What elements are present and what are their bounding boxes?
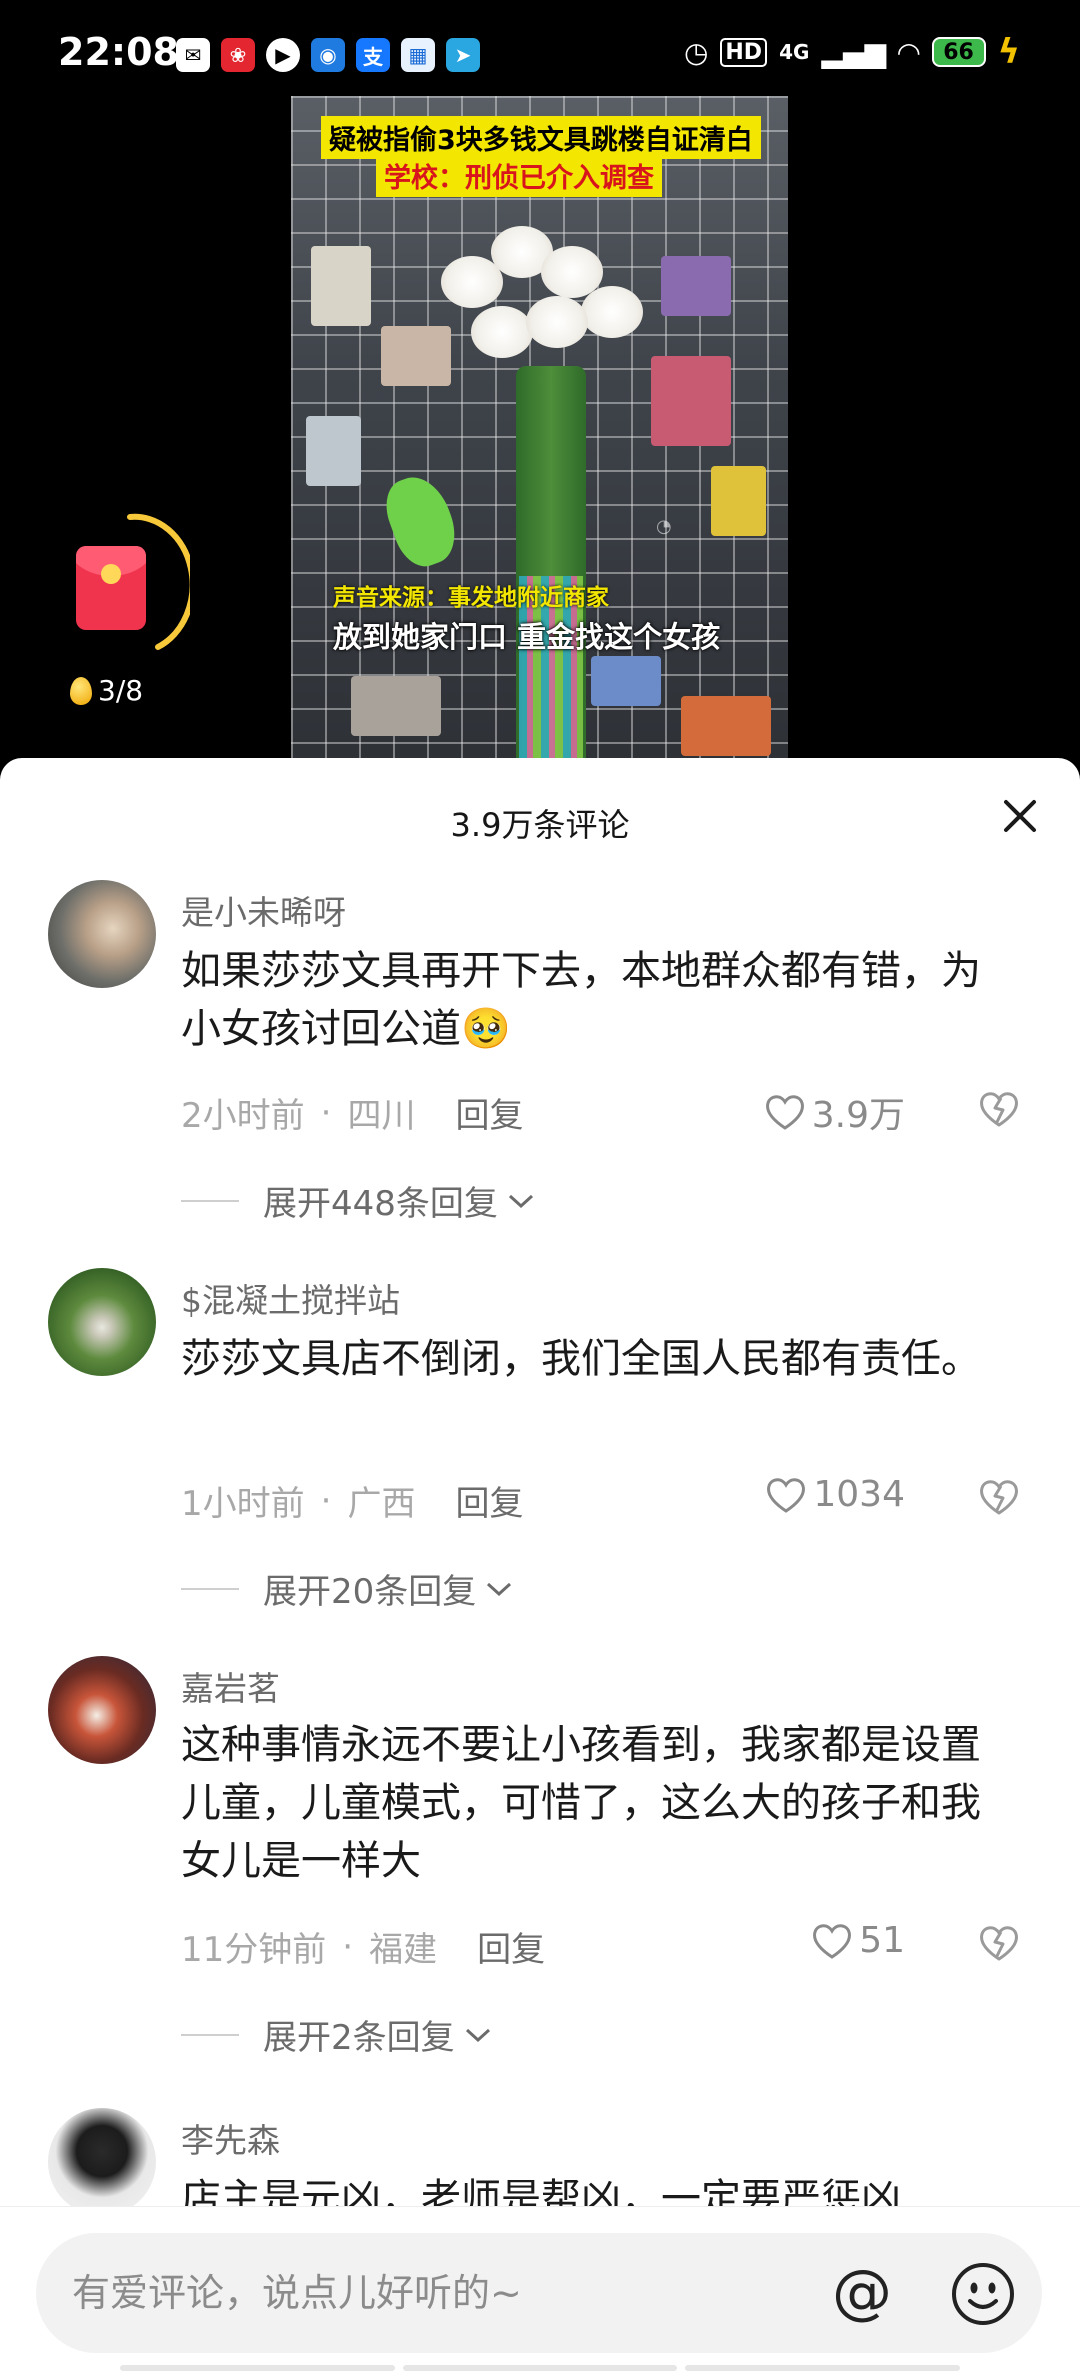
emoji-icon[interactable] bbox=[950, 2261, 1016, 2327]
play-icon: ▶ bbox=[266, 38, 300, 72]
comment-text: 莎莎文具店不倒闭，我们全国人民都有责任。 bbox=[181, 1336, 981, 1382]
expand-replies-button[interactable]: 展开448条回复 bbox=[181, 1176, 536, 1225]
expand-replies-button[interactable]: 展开20条回复 bbox=[181, 1564, 514, 1613]
heart-icon bbox=[813, 1923, 852, 1959]
comment-meta: 1小时前 · 广西 回复 bbox=[181, 1476, 523, 1525]
comments-sheet: 3.9万条评论 是小未晞呀 如果莎莎文具再开下去，本地群众都有错，为小女孩讨回公… bbox=[0, 758, 1080, 2376]
video-subtitle: 放到她家门口 重金找这个女孩 bbox=[333, 620, 721, 654]
reply-button[interactable]: 回复 bbox=[477, 1922, 545, 1971]
comment-time: 2小时前 bbox=[181, 1096, 305, 1136]
video-frame[interactable]: 疑被指偷3块多钱文具跳楼自证清白 学校：刑侦已介入调查 ◔ 声音来源：事发地附近… bbox=[291, 96, 788, 776]
hd-icon: HD bbox=[720, 37, 768, 67]
video-player[interactable]: 疑被指偷3块多钱文具跳楼自证清白 学校：刑侦已介入调查 ◔ 声音来源：事发地附近… bbox=[0, 96, 1080, 776]
comment-meta: 2小时前 · 四川 回复 bbox=[181, 1088, 523, 1137]
like-button[interactable]: 1034 bbox=[765, 1474, 905, 1515]
comment-text: 这种事情永远不要让小孩看到，我家都是设置儿童，儿童模式，可惜了，这么大的孩子和我… bbox=[181, 1722, 981, 1884]
comment-username[interactable]: 嘉岩茗 bbox=[181, 1662, 280, 1710]
red-packet-progress-text: 3/8 bbox=[98, 674, 144, 707]
comment-input-box[interactable]: @ bbox=[36, 2233, 1042, 2353]
comment-username[interactable]: 是小未晞呀 bbox=[181, 886, 346, 934]
video-caption-line2: 学校：刑侦已介入调查 bbox=[376, 154, 662, 197]
video-source-label: 声音来源：事发地附近商家 bbox=[333, 585, 609, 611]
chevron-down-icon bbox=[465, 2028, 490, 2042]
notification-icons: ✉ ❀ ▶ ◉ 支 ▦ ➤ bbox=[176, 38, 480, 72]
avatar[interactable] bbox=[48, 1268, 156, 1376]
comment-meta: 11分钟前 · 福建 回复 bbox=[181, 1922, 545, 1971]
status-bar: 22:08 ✉ ❀ ▶ ◉ 支 ▦ ➤ ◷ HD 4G ▂▄▆ ◠ 66 ϟ bbox=[0, 0, 1080, 96]
close-icon[interactable] bbox=[998, 794, 1042, 838]
signal-icon: ▂▄▆ bbox=[821, 35, 887, 69]
comment-location: 广西 bbox=[347, 1484, 416, 1524]
alipay-icon: 支 bbox=[356, 38, 390, 72]
expand-replies-button[interactable]: 展开2条回复 bbox=[181, 2010, 493, 2059]
comment-time: 1小时前 bbox=[181, 1484, 305, 1524]
red-packet-button[interactable] bbox=[76, 546, 146, 630]
wifi-icon: ◠ bbox=[898, 35, 920, 69]
charging-icon: ϟ bbox=[997, 32, 1020, 72]
expand-replies-label: 展开448条回复 bbox=[263, 1184, 498, 1224]
like-button[interactable]: 3.9万 bbox=[764, 1086, 905, 1138]
heart-icon bbox=[765, 1095, 804, 1130]
comment-username[interactable]: 李先森 bbox=[181, 2114, 280, 2162]
network-label: 4G bbox=[779, 40, 810, 64]
chevron-down-icon bbox=[508, 1194, 533, 1208]
comment-username[interactable]: $混凝土搅拌站 bbox=[181, 1274, 400, 1322]
app-icon: ❀ bbox=[221, 38, 255, 72]
avatar[interactable] bbox=[48, 1656, 156, 1764]
dislike-icon[interactable] bbox=[978, 1088, 1020, 1130]
dislike-icon[interactable] bbox=[978, 1922, 1020, 1964]
expand-replies-label: 展开2条回复 bbox=[263, 2018, 455, 2058]
avatar[interactable] bbox=[48, 2108, 156, 2216]
flower-bouquet bbox=[441, 226, 643, 386]
video-watermark: ◔ bbox=[656, 516, 672, 537]
egg-icon bbox=[70, 676, 92, 705]
dislike-icon[interactable] bbox=[978, 1476, 1020, 1518]
comment-text: 如果莎莎文具再开下去，本地群众都有错，为小女孩讨回公道🥹 bbox=[181, 948, 981, 1052]
video-caption-line1: 疑被指偷3块多钱文具跳楼自证清白 bbox=[321, 116, 761, 159]
mail-icon: ✉ bbox=[176, 38, 210, 72]
heart-icon bbox=[767, 1477, 806, 1513]
app-icon: ▦ bbox=[401, 38, 435, 72]
telegram-icon: ➤ bbox=[446, 38, 480, 72]
app-icon: ◉ bbox=[311, 38, 345, 72]
status-time: 22:08 bbox=[58, 30, 179, 74]
comment-input-bar: @ bbox=[0, 2206, 1080, 2376]
like-count: 1034 bbox=[813, 1474, 905, 1515]
like-count: 51 bbox=[859, 1920, 905, 1961]
comment-location: 四川 bbox=[347, 1096, 416, 1136]
like-count: 3.9万 bbox=[811, 1095, 905, 1136]
mention-icon[interactable]: @ bbox=[832, 2259, 892, 2325]
chevron-down-icon bbox=[487, 1582, 512, 1596]
expand-replies-label: 展开20条回复 bbox=[263, 1572, 477, 1612]
comments-title: 3.9万条评论 bbox=[450, 806, 630, 844]
reply-button[interactable]: 回复 bbox=[455, 1088, 523, 1137]
comment-input[interactable] bbox=[72, 2263, 812, 2323]
home-indicator bbox=[120, 2365, 961, 2371]
battery-icon: 66 bbox=[931, 37, 986, 67]
alarm-icon: ◷ bbox=[683, 35, 709, 69]
like-button[interactable]: 51 bbox=[811, 1920, 905, 1961]
avatar[interactable] bbox=[48, 880, 156, 988]
comment-time: 11分钟前 bbox=[181, 1930, 327, 1970]
comment-location: 福建 bbox=[369, 1930, 438, 1970]
red-packet-progress: 3/8 bbox=[70, 674, 143, 707]
reply-button[interactable]: 回复 bbox=[455, 1476, 523, 1525]
